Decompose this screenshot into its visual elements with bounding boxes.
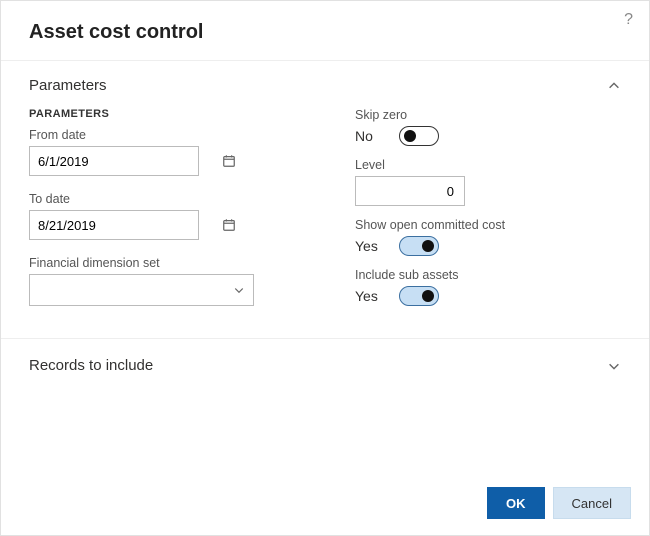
section-parameters-title: Parameters	[29, 77, 107, 94]
calendar-icon[interactable]	[222, 147, 236, 175]
dialog-asset-cost-control: Asset cost control ? Parameters PARAMETE…	[0, 0, 650, 536]
dialog-footer: OK Cancel	[1, 473, 649, 535]
show-open-committed-toggle[interactable]	[399, 236, 439, 256]
section-records-header[interactable]: Records to include	[1, 339, 649, 392]
skip-zero-toggle[interactable]	[399, 126, 439, 146]
parameters-subhead: PARAMETERS	[29, 108, 295, 120]
include-sub-assets-toggle[interactable]	[399, 286, 439, 306]
to-date-field[interactable]	[29, 210, 199, 240]
chevron-up-icon	[607, 79, 621, 93]
parameters-left-column: PARAMETERS From date To date Financial d…	[29, 108, 295, 318]
skip-zero-label: Skip zero	[355, 108, 621, 122]
level-label: Level	[355, 158, 621, 172]
level-input[interactable]	[364, 183, 456, 200]
show-open-committed-label: Show open committed cost	[355, 218, 621, 232]
show-open-committed-value: Yes	[355, 238, 381, 254]
from-date-label: From date	[29, 128, 295, 142]
from-date-input[interactable]	[30, 147, 222, 175]
section-parameters-body: PARAMETERS From date To date Financial d…	[1, 104, 649, 339]
financial-dimension-dropdown[interactable]	[29, 274, 254, 306]
calendar-icon[interactable]	[222, 211, 236, 239]
section-parameters-header[interactable]: Parameters	[1, 61, 649, 104]
chevron-down-icon	[607, 359, 621, 373]
financial-dimension-label: Financial dimension set	[29, 256, 295, 270]
section-records-title: Records to include	[29, 357, 153, 374]
dialog-title: Asset cost control	[29, 21, 621, 44]
include-sub-assets-value: Yes	[355, 288, 381, 304]
from-date-field[interactable]	[29, 146, 199, 176]
dialog-header: Asset cost control ?	[1, 1, 649, 61]
to-date-label: To date	[29, 192, 295, 206]
parameters-right-column: Skip zero No Level Show open committed c…	[355, 108, 621, 318]
chevron-down-icon	[233, 284, 245, 296]
to-date-input[interactable]	[30, 211, 222, 239]
ok-button[interactable]: OK	[487, 487, 545, 519]
level-field[interactable]	[355, 176, 465, 206]
include-sub-assets-label: Include sub assets	[355, 268, 621, 282]
help-icon[interactable]: ?	[624, 11, 633, 29]
cancel-button[interactable]: Cancel	[553, 487, 631, 519]
skip-zero-value: No	[355, 128, 381, 144]
